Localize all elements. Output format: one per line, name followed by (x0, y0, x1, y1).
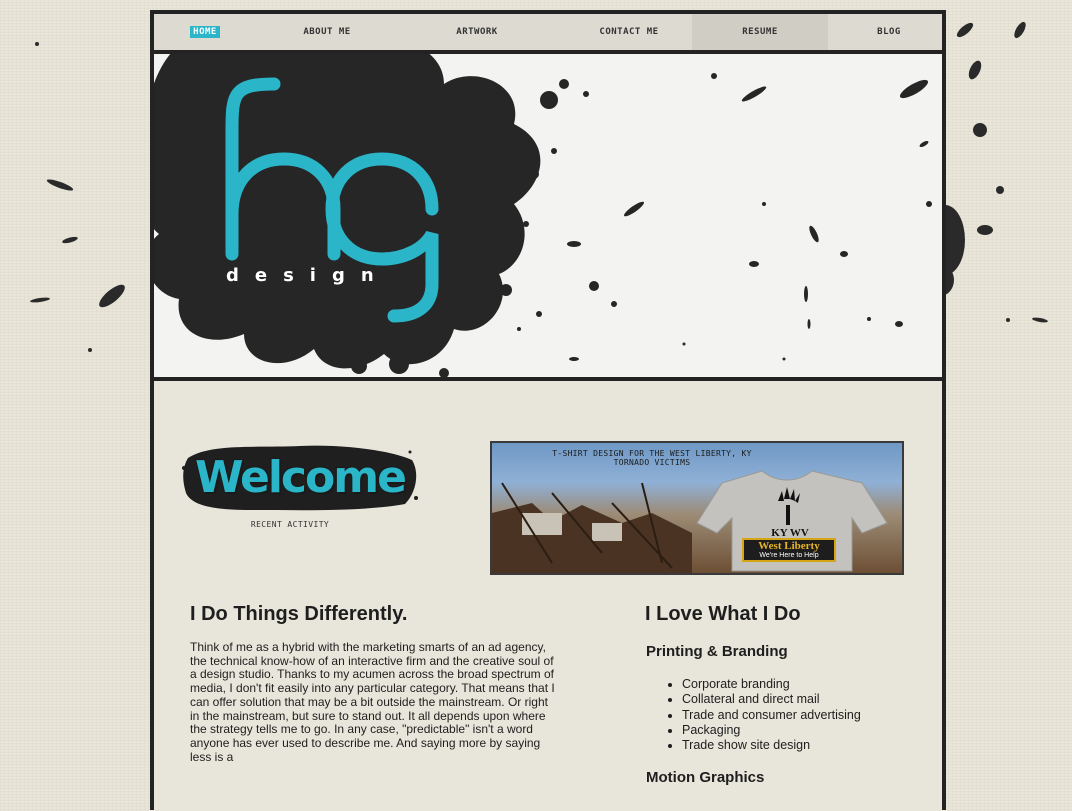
section-heading-love: I Love What I Do (645, 603, 801, 625)
list-item: Trade show site design (682, 738, 861, 753)
services-list: Corporate branding Collateral and direct… (664, 677, 861, 753)
shirt-name: West Liberty (758, 540, 820, 552)
nav-item-resume[interactable]: RESUME (692, 14, 828, 50)
nav-home-label: HOME (190, 26, 220, 38)
nav-item-artwork[interactable]: ARTWORK (432, 14, 522, 50)
shirt-label: West Liberty We're Here to Help (742, 538, 836, 562)
intro-paragraph: Think of me as a hybrid with the marketi… (190, 640, 555, 764)
list-item: Trade and consumer advertising (682, 708, 861, 723)
nav-item-home[interactable]: HOME (180, 14, 230, 50)
header-splatter: design (154, 54, 932, 377)
nav-item-blog[interactable]: BLOG (854, 14, 924, 50)
nav-item-about-me[interactable]: ABOUT ME (282, 14, 372, 50)
recent-activity-label: RECENT ACTIVITY (250, 520, 330, 529)
subheading-motion-graphics: Motion Graphics (646, 769, 765, 786)
main-nav: HOME ABOUT ME ARTWORK CONTACT ME RESUME … (154, 14, 942, 54)
nav-contact-label: CONTACT ME (599, 27, 659, 37)
header-banner: design (154, 54, 942, 381)
nav-artwork-label: ARTWORK (456, 27, 498, 37)
list-item: Packaging (682, 723, 861, 738)
nav-blog-label: BLOG (877, 27, 901, 37)
welcome-title: Welcome (195, 452, 407, 503)
subheading-printing-branding: Printing & Branding (646, 643, 788, 660)
list-item: Collateral and direct mail (682, 692, 861, 707)
section-heading-differently: I Do Things Differently. (190, 603, 408, 625)
nav-item-contact-me[interactable]: CONTACT ME (574, 14, 684, 50)
list-item: Corporate branding (682, 677, 861, 692)
shirt-tagline: We're Here to Help (759, 552, 819, 559)
banner-title: T-SHIRT DESIGN FOR THE WEST LIBERTY, KY … (552, 449, 752, 467)
logo-word: design (226, 265, 390, 286)
featured-banner[interactable]: T-SHIRT DESIGN FOR THE WEST LIBERTY, KY … (490, 441, 904, 575)
nav-resume-label: RESUME (742, 27, 778, 37)
nav-about-label: ABOUT ME (303, 27, 351, 37)
